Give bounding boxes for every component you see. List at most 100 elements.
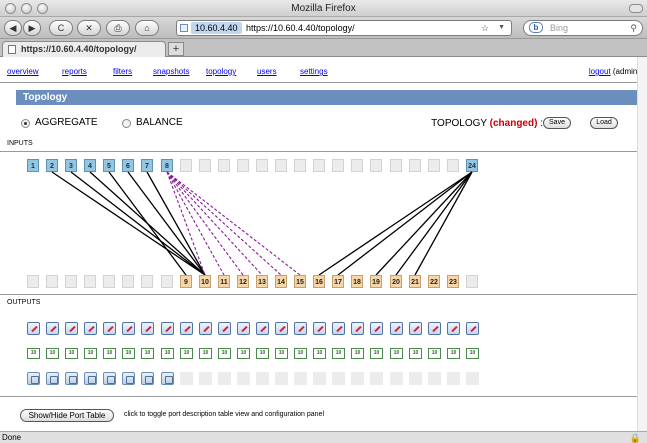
port-capture-icon[interactable] [161, 372, 174, 385]
balance-label[interactable]: BALANCE [136, 117, 183, 128]
input-port-10[interactable] [199, 159, 211, 172]
new-tab-button[interactable]: + [168, 42, 184, 56]
input-port-5[interactable]: 5 [103, 159, 115, 172]
link-6-10[interactable] [127, 171, 206, 276]
port-edit-icon[interactable] [218, 322, 231, 335]
dashed-link-8-13[interactable] [166, 171, 263, 276]
output-port-5[interactable] [103, 275, 115, 288]
url-domain-badge[interactable]: 10.60.4.40 [191, 22, 242, 34]
tab-topology[interactable]: https://10.60.4.40/topology/ [2, 41, 166, 57]
magnifier-icon[interactable]: ⚲ [630, 21, 637, 35]
toolbar-toggle-button[interactable] [629, 4, 643, 13]
port-edit-icon[interactable] [237, 322, 250, 335]
output-port-22[interactable]: 22 [428, 275, 440, 288]
port-edit-icon[interactable] [294, 322, 307, 335]
site-identity-icon[interactable] [180, 24, 188, 32]
output-port-4[interactable] [84, 275, 96, 288]
link-24-19[interactable] [375, 171, 473, 276]
print-button[interactable]: ⎙ [106, 20, 130, 36]
input-port-18[interactable] [351, 159, 363, 172]
input-port-8[interactable]: 8 [161, 159, 173, 172]
output-port-24[interactable] [466, 275, 478, 288]
port-edit-icon[interactable] [199, 322, 212, 335]
output-port-8[interactable] [161, 275, 173, 288]
input-port-7[interactable]: 7 [141, 159, 153, 172]
output-port-16[interactable]: 16 [313, 275, 325, 288]
input-port-19[interactable] [370, 159, 382, 172]
aggregate-radio[interactable] [21, 119, 30, 128]
input-port-15[interactable] [294, 159, 306, 172]
input-port-20[interactable] [390, 159, 402, 172]
bookmark-star-icon[interactable]: ☆ [481, 21, 489, 35]
link-24-20[interactable] [395, 171, 473, 276]
input-port-24[interactable]: 24 [466, 159, 478, 172]
menu-settings[interactable]: settings [300, 67, 328, 76]
url-text[interactable]: https://10.60.4.40/topology/ [246, 21, 355, 35]
port-capture-icon[interactable] [122, 372, 135, 385]
port-edit-icon[interactable] [27, 322, 40, 335]
dashed-link-8-15[interactable] [166, 171, 301, 276]
port-capture-icon[interactable] [65, 372, 78, 385]
output-port-18[interactable]: 18 [351, 275, 363, 288]
port-edit-icon[interactable] [351, 322, 364, 335]
logout-link[interactable]: logout [589, 67, 611, 76]
input-port-17[interactable] [332, 159, 344, 172]
menu-topology[interactable]: topology [206, 67, 236, 76]
link-5-9[interactable] [108, 171, 187, 276]
close-window-button[interactable] [5, 3, 16, 14]
output-port-19[interactable]: 19 [370, 275, 382, 288]
output-port-17[interactable]: 17 [332, 275, 344, 288]
output-port-21[interactable]: 21 [409, 275, 421, 288]
input-port-9[interactable] [180, 159, 192, 172]
output-port-3[interactable] [65, 275, 77, 288]
back-button[interactable]: ◀ [4, 20, 22, 36]
input-port-1[interactable]: 1 [27, 159, 39, 172]
load-button[interactable]: Load [590, 117, 618, 129]
input-port-23[interactable] [447, 159, 459, 172]
link-24-16[interactable] [318, 171, 473, 276]
menu-filters[interactable]: filters [113, 67, 132, 76]
link-2-10[interactable] [51, 171, 206, 276]
port-edit-icon[interactable] [428, 322, 441, 335]
port-capture-icon[interactable] [141, 372, 154, 385]
input-port-12[interactable] [237, 159, 249, 172]
port-edit-icon[interactable] [122, 322, 135, 335]
input-port-21[interactable] [409, 159, 421, 172]
port-edit-icon[interactable] [65, 322, 78, 335]
output-port-20[interactable]: 20 [390, 275, 402, 288]
output-port-1[interactable] [27, 275, 39, 288]
port-edit-icon[interactable] [161, 322, 174, 335]
port-edit-icon[interactable] [46, 322, 59, 335]
port-capture-icon[interactable] [84, 372, 97, 385]
menu-reports[interactable]: reports [62, 67, 87, 76]
input-port-14[interactable] [275, 159, 287, 172]
forward-button[interactable]: ▶ [23, 20, 41, 36]
port-edit-icon[interactable] [103, 322, 116, 335]
input-port-13[interactable] [256, 159, 268, 172]
url-history-dropdown-icon[interactable]: ▼ [498, 21, 505, 35]
dashed-link-8-11[interactable] [166, 171, 225, 276]
menu-snapshots[interactable]: snapshots [153, 67, 189, 76]
port-edit-icon[interactable] [332, 322, 345, 335]
search-engine-icon[interactable]: b [529, 22, 543, 33]
minimize-window-button[interactable] [21, 3, 32, 14]
output-port-23[interactable]: 23 [447, 275, 459, 288]
port-capture-icon[interactable] [103, 372, 116, 385]
port-capture-icon[interactable] [46, 372, 59, 385]
port-edit-icon[interactable] [180, 322, 193, 335]
balance-radio[interactable] [122, 119, 131, 128]
input-port-16[interactable] [313, 159, 325, 172]
input-port-11[interactable] [218, 159, 230, 172]
input-port-22[interactable] [428, 159, 440, 172]
search-bar[interactable]: b Bing ⚲ [523, 20, 643, 36]
dashed-link-8-14[interactable] [166, 171, 282, 276]
aggregate-label[interactable]: AGGREGATE [35, 117, 98, 128]
port-capture-icon[interactable] [27, 372, 40, 385]
link-24-17[interactable] [337, 171, 473, 276]
output-port-6[interactable] [122, 275, 134, 288]
output-port-11[interactable]: 11 [218, 275, 230, 288]
dashed-link-8-10[interactable] [166, 171, 206, 276]
output-port-15[interactable]: 15 [294, 275, 306, 288]
port-edit-icon[interactable] [84, 322, 97, 335]
save-button[interactable]: Save [543, 117, 571, 129]
